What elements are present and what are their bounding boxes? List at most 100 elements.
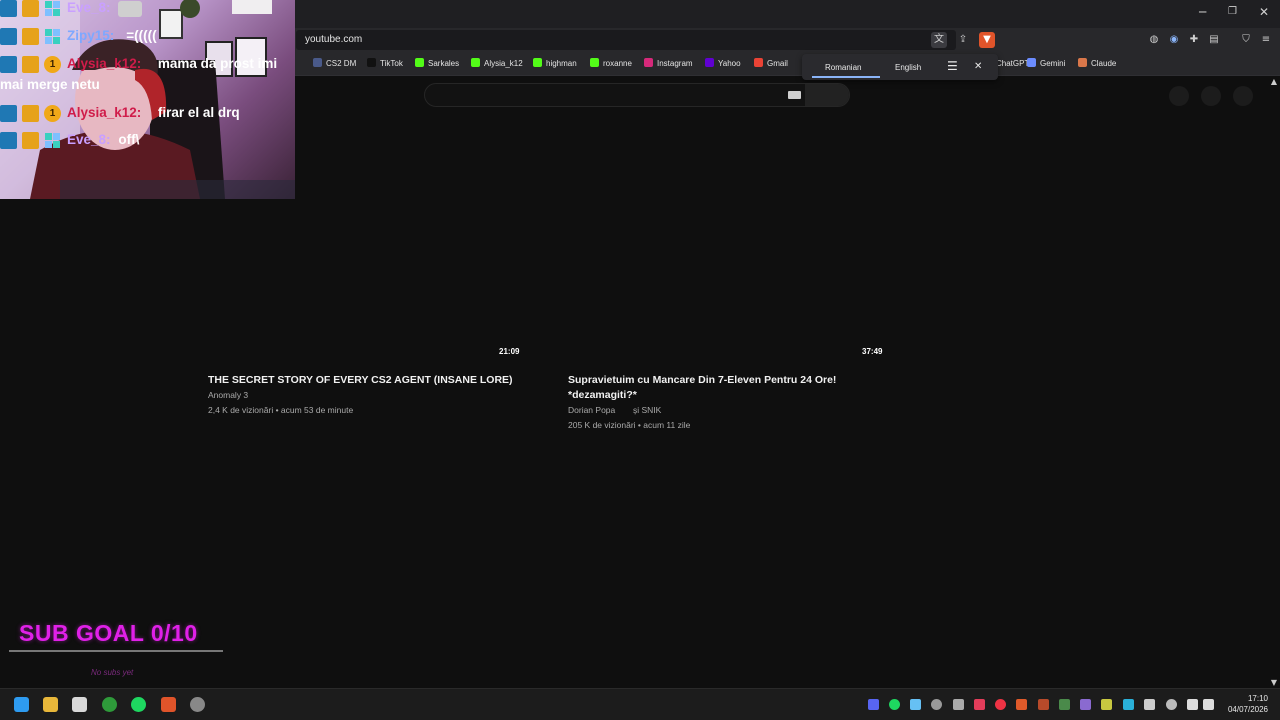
chat-message-text: firar el al drq	[157, 105, 240, 120]
video-title-line2[interactable]: *dezamagiti?*	[568, 388, 637, 403]
chat-message-text: mai merge netu	[0, 77, 100, 92]
bookmark-highman[interactable]: highman	[533, 58, 577, 68]
wallet-icon[interactable]: ⛉	[1238, 32, 1254, 48]
youtube-search-box[interactable]	[424, 83, 850, 107]
tray-app-icon[interactable]	[1016, 699, 1027, 710]
tray-app-icon[interactable]	[953, 699, 964, 710]
restore-button[interactable]: ❐	[1228, 6, 1237, 17]
scroll-down-arrow[interactable]: ▼	[1271, 678, 1277, 687]
coin-badge-icon: 1	[44, 105, 61, 122]
tray-app-icon[interactable]	[1059, 699, 1070, 710]
menu-icon[interactable]: ≡	[1258, 32, 1274, 48]
steam-icon[interactable]	[910, 699, 921, 710]
active-tab-indicator	[812, 76, 880, 78]
audio-icon[interactable]: ◉	[1166, 32, 1182, 48]
bookmark-alysia-k12[interactable]: Alysia_k12	[471, 58, 523, 68]
address-bar[interactable]	[296, 30, 956, 50]
share-icon[interactable]: ⇪	[955, 32, 971, 48]
notifications-icon[interactable]	[1201, 86, 1221, 106]
url-text[interactable]: youtube.com	[305, 34, 362, 45]
microphone-icon[interactable]	[1166, 699, 1177, 710]
obs-icon[interactable]	[931, 699, 942, 710]
network-icon[interactable]	[1187, 699, 1198, 710]
sidebar-icon[interactable]: ▤	[1206, 32, 1222, 48]
chat-username[interactable]: Eve_8:	[67, 132, 111, 147]
chat-message-text: =(((((	[126, 28, 157, 43]
minimize-button[interactable]: ─	[1199, 5, 1206, 19]
chat-username[interactable]: Alysia_k12:	[67, 56, 141, 71]
bookmark-label: CS2 DM	[326, 59, 357, 68]
windows-start-icon[interactable]	[14, 697, 29, 712]
vpn-icon[interactable]: ◍	[1146, 32, 1162, 48]
bookmark-claude[interactable]: Claude	[1078, 58, 1116, 68]
source-language-tab[interactable]: Romanian	[825, 63, 861, 72]
bookmark-roxanne[interactable]: roxanne	[590, 58, 632, 68]
moderator-badge-icon	[0, 28, 17, 45]
channel-name[interactable]: Dorian Popa	[568, 403, 615, 418]
discord-icon[interactable]	[868, 699, 879, 710]
gemini-icon	[1027, 58, 1036, 67]
xbox-icon[interactable]	[102, 697, 117, 712]
chat-username[interactable]: Zipy15:	[67, 28, 114, 43]
brave-shields-icon[interactable]: ▼	[979, 32, 995, 48]
keyboard-icon[interactable]	[788, 91, 801, 99]
bookmark-label: roxanne	[603, 59, 632, 68]
translate-icon[interactable]: 文	[931, 32, 947, 48]
tray-app-icon[interactable]	[1038, 699, 1049, 710]
crown-badge-icon	[22, 56, 39, 73]
video-title[interactable]: THE SECRET STORY OF EVERY CS2 AGENT (INS…	[208, 373, 513, 388]
bookmark-label: TikTok	[380, 59, 403, 68]
yahoo-icon	[705, 58, 714, 67]
store-icon[interactable]	[72, 697, 87, 712]
kick-icon	[415, 58, 424, 67]
youtube-search-button[interactable]	[805, 84, 849, 106]
system-clock[interactable]: 17:10 04/07/2026	[1228, 693, 1268, 715]
bookmark-label: Instagram	[657, 59, 693, 68]
video-duration: 37:49	[862, 347, 883, 356]
crown-badge-icon	[22, 132, 39, 149]
moderator-badge-icon	[0, 132, 17, 149]
settings-icon[interactable]	[190, 697, 205, 712]
chat-message-text: off\	[118, 132, 140, 147]
close-popup-icon[interactable]: ✕	[974, 61, 982, 72]
channel-collab[interactable]: și SNIK	[633, 403, 661, 418]
video-stats: 205 K de vizionări • acum 11 zile	[568, 420, 691, 430]
brave-icon[interactable]	[161, 697, 176, 712]
create-icon[interactable]	[1169, 86, 1189, 106]
tray-app-icon[interactable]	[1123, 699, 1134, 710]
bookmark-yahoo[interactable]: Yahoo	[705, 58, 741, 68]
translate-options-icon[interactable]: ☰	[947, 59, 958, 73]
video-stats: 2,4 K de vizionări • acum 53 de minute	[208, 405, 354, 415]
bookmark-label: Alysia_k12	[484, 59, 523, 68]
claude-icon	[1078, 58, 1087, 67]
tray-app-icon[interactable]	[1144, 699, 1155, 710]
close-window-button[interactable]: ✕	[1259, 5, 1269, 19]
bookmark-gemini[interactable]: Gemini	[1027, 58, 1065, 68]
chat-username[interactable]: Alysia_k12:	[67, 105, 141, 120]
bookmark-tiktok[interactable]: TikTok	[367, 58, 403, 68]
tray-app-icon[interactable]	[1080, 699, 1091, 710]
bookmark-label: Gemini	[1040, 59, 1066, 68]
scroll-up-arrow[interactable]: ▲	[1271, 77, 1277, 86]
file-explorer-icon[interactable]	[43, 697, 58, 712]
target-language-tab[interactable]: English	[895, 63, 921, 72]
bookmark-gmail[interactable]: Gmail	[754, 58, 788, 68]
spotify-tray-icon[interactable]	[889, 699, 900, 710]
moderator-badge-icon	[0, 56, 17, 73]
bookmark-cs2-dm[interactable]: CS2 DM	[313, 58, 356, 68]
bookmark-label: Gmail	[767, 59, 788, 68]
cs2-icon	[313, 58, 322, 67]
tray-app-icon[interactable]	[995, 699, 1006, 710]
spotify-icon[interactable]	[131, 697, 146, 712]
volume-icon[interactable]	[1203, 699, 1214, 710]
channel-name[interactable]: Anomaly 3	[208, 388, 248, 403]
crown-badge-icon	[22, 0, 39, 17]
tray-app-icon[interactable]	[1101, 699, 1112, 710]
tray-app-icon[interactable]	[974, 699, 985, 710]
extensions-icon[interactable]: ✚	[1186, 32, 1202, 48]
avatar[interactable]	[1233, 86, 1253, 106]
bookmark-instagram[interactable]: Instagram	[644, 58, 693, 68]
bookmark-sarkales[interactable]: Sarkales	[415, 58, 459, 68]
chat-username[interactable]: Eve_8:	[67, 0, 111, 15]
video-title[interactable]: Supravietuim cu Mancare Din 7-Eleven Pen…	[568, 373, 836, 388]
